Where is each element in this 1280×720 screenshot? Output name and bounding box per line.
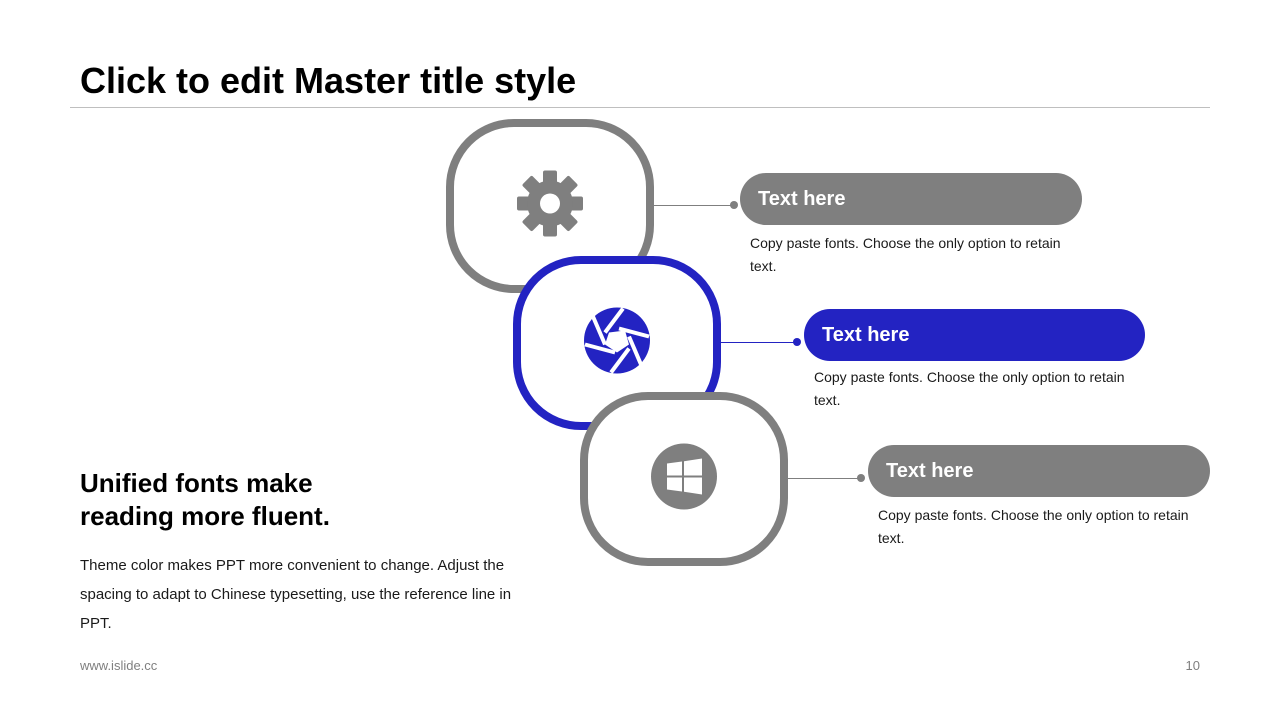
body-text[interactable]: Theme color makes PPT more convenient to… xyxy=(80,551,520,638)
title-divider xyxy=(70,107,1210,108)
item-3-description[interactable]: Copy paste fonts. Choose the only option… xyxy=(878,504,1198,550)
gear-icon xyxy=(516,170,584,243)
page-number: 10 xyxy=(1185,658,1200,673)
connector-dot-3 xyxy=(857,474,865,482)
footer-url: www.islide.cc xyxy=(80,658,158,673)
windows-shape[interactable] xyxy=(580,392,788,566)
connector-line-2 xyxy=(721,342,797,343)
item-3-label[interactable]: Text here xyxy=(868,445,1210,497)
item-2-description[interactable]: Copy paste fonts. Choose the only option… xyxy=(814,366,1134,412)
windows-icon xyxy=(651,443,717,515)
connector-line-3 xyxy=(788,478,861,479)
item-1-label[interactable]: Text here xyxy=(740,173,1082,225)
item-2-label[interactable]: Text here xyxy=(804,309,1145,361)
item-1-description[interactable]: Copy paste fonts. Choose the only option… xyxy=(750,232,1070,278)
slide-title[interactable]: Click to edit Master title style xyxy=(80,60,576,102)
subheading[interactable]: Unified fonts make reading more fluent. xyxy=(80,467,410,533)
connector-line-1 xyxy=(654,205,734,206)
connector-dot-2 xyxy=(793,338,801,346)
aperture-icon xyxy=(583,307,651,380)
connector-dot-1 xyxy=(730,201,738,209)
slide: Click to edit Master title style Text he… xyxy=(0,0,1280,720)
